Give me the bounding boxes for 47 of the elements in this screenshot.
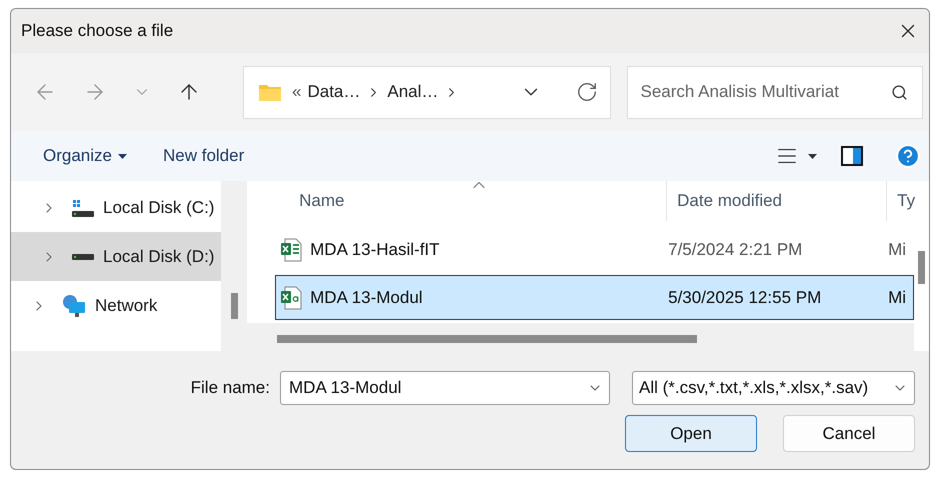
dialog-button[interactable]: Cancel xyxy=(783,415,915,452)
breadcrumb-item[interactable]: Data… xyxy=(307,82,360,102)
sidebar-item[interactable]: Local Disk (C:) xyxy=(11,183,222,232)
breadcrumb-overflow[interactable]: « xyxy=(292,82,302,102)
drive-icon xyxy=(71,198,95,216)
sidebar-label: Network xyxy=(95,296,158,316)
scrollbar-thumb[interactable] xyxy=(230,293,238,319)
refresh-icon[interactable] xyxy=(576,81,598,103)
preview-pane-icon[interactable] xyxy=(841,146,863,166)
file-date: 7/5/2024 2:21 PM xyxy=(668,240,804,260)
new-folder-button[interactable]: New folder xyxy=(154,142,252,170)
help-icon[interactable] xyxy=(895,143,921,169)
search-box[interactable]: Search Analisis Multivariat xyxy=(626,66,923,118)
file-name-label: File name: xyxy=(190,378,270,398)
address-bar[interactable]: « Data… Anal… xyxy=(243,66,610,118)
window-title: Please choose a file xyxy=(21,21,174,41)
search-icon xyxy=(891,84,908,100)
sidebar-label: Local Disk (C:) xyxy=(103,198,214,218)
file-type: Mi xyxy=(888,288,908,308)
sidebar-item[interactable]: Network xyxy=(11,281,222,330)
column-header[interactable]: Date modified xyxy=(667,181,888,221)
file-name-field[interactable]: MDA 13-Modul xyxy=(287,377,587,399)
folder-icon xyxy=(258,82,282,102)
caret-icon[interactable] xyxy=(808,154,817,158)
breadcrumb-item[interactable]: Anal… xyxy=(387,82,438,102)
spreadsheet-icon xyxy=(280,286,302,310)
organize-button[interactable]: Organize xyxy=(35,142,135,170)
dialog-button[interactable]: Open xyxy=(625,415,757,452)
sidebar-item[interactable]: Local Disk (D:) xyxy=(11,232,222,281)
file-name: MDA 13-Modul xyxy=(310,288,424,308)
file-type-dropdown[interactable]: All (*.csv,*.txt,*.xls,*.xlsx,*.sav) xyxy=(632,371,915,405)
file-row[interactable]: MDA 13-Modul 5/30/2025 12:55 PM Mi xyxy=(275,275,914,320)
search-field[interactable]: Search Analisis Multivariat xyxy=(638,81,891,103)
caret-icon xyxy=(118,154,127,158)
file-name-combo[interactable]: MDA 13-Modul xyxy=(280,371,610,405)
sidebar-label: Local Disk (D:) xyxy=(103,246,214,266)
drive-icon xyxy=(71,252,95,260)
spreadsheet-icon xyxy=(280,238,302,262)
column-header[interactable]: Ty xyxy=(887,181,914,221)
scrollbar-thumb[interactable] xyxy=(277,335,698,343)
file-row[interactable]: MDA 13-Hasil-fIT 7/5/2024 2:21 PM Mi xyxy=(275,227,914,272)
file-date: 5/30/2025 12:55 PM xyxy=(668,288,822,308)
scrollbar-thumb[interactable] xyxy=(918,251,926,284)
column-header[interactable]: Name xyxy=(247,181,668,221)
file-type: Mi xyxy=(888,240,908,260)
network-icon xyxy=(61,292,87,318)
file-name: MDA 13-Hasil-fIT xyxy=(310,240,441,260)
